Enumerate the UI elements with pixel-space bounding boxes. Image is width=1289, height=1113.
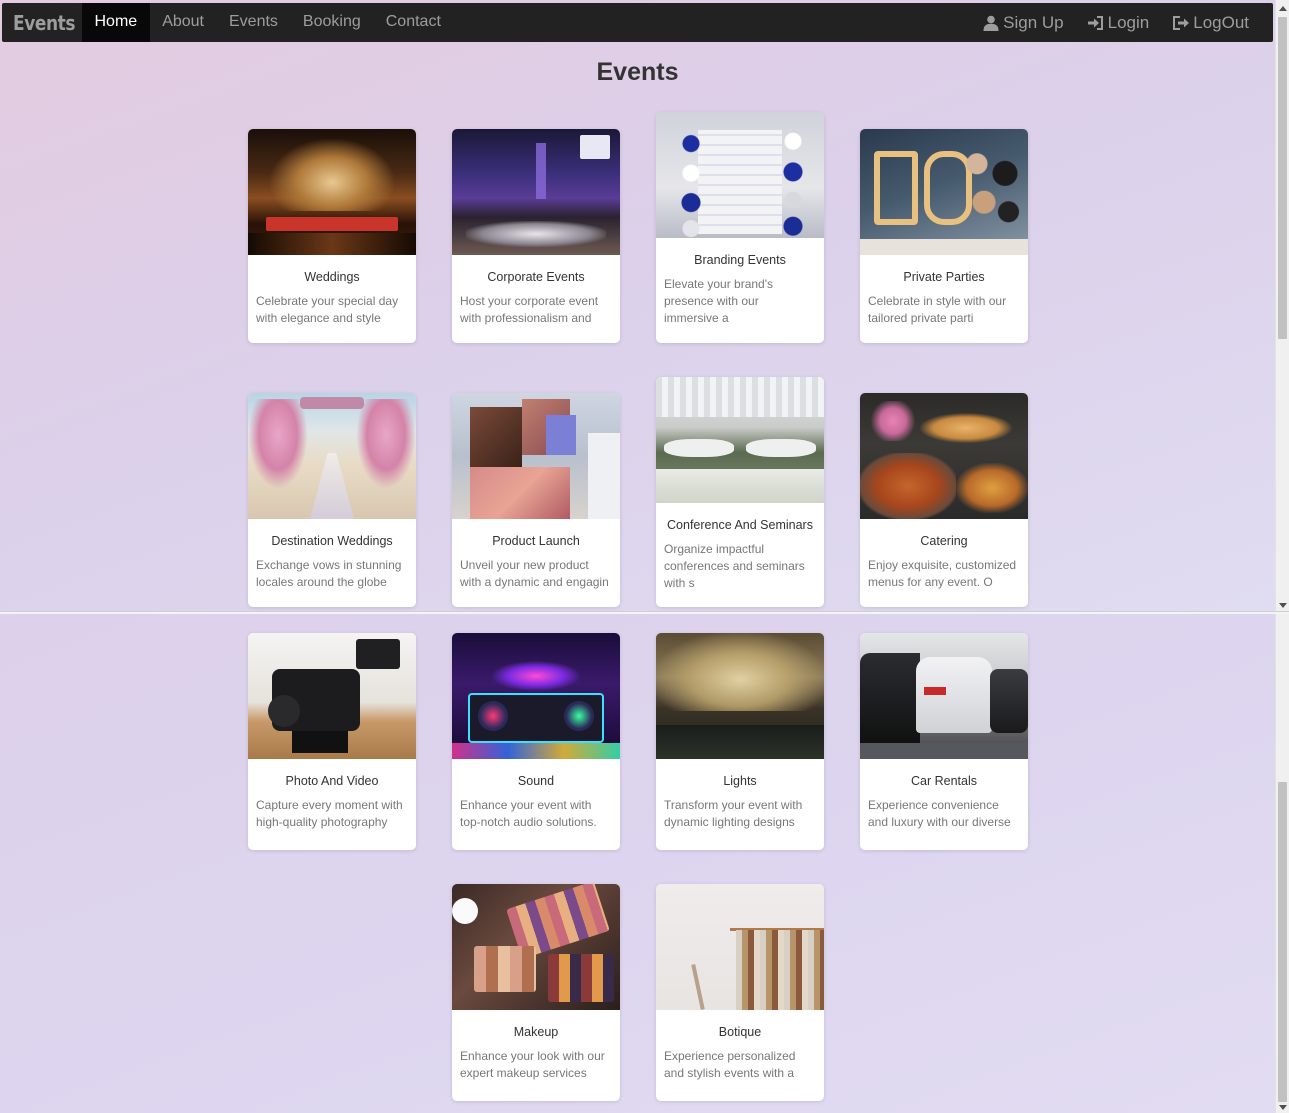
- event-card-destination-weddings[interactable]: Destination Weddings Exchange vows in st…: [248, 393, 416, 607]
- card-title: Makeup: [513, 1025, 559, 1039]
- camera-rig-image: [248, 633, 416, 759]
- card-title: Corporate Events: [487, 270, 585, 284]
- user-icon: [983, 15, 999, 31]
- event-card-lights[interactable]: Lights Transform your event with dynamic…: [656, 633, 824, 850]
- card-title: Conference And Seminars: [667, 518, 813, 532]
- event-card-botique[interactable]: Botique Experience personalized and styl…: [656, 884, 824, 1101]
- nav-about[interactable]: About: [150, 3, 217, 42]
- card-description: Unveil your new product with a dynamic a…: [460, 558, 609, 589]
- party-balloons-image: [860, 129, 1028, 255]
- parked-cars-image: [860, 633, 1028, 759]
- nav-booking[interactable]: Booking: [290, 3, 373, 42]
- wedding-stage-image: [248, 129, 416, 255]
- event-card-photo-and-video[interactable]: Photo And Video Capture every moment wit…: [248, 633, 416, 850]
- card-description: Experience convenience and luxury with o…: [868, 798, 1011, 829]
- conference-room-image: [656, 377, 824, 503]
- event-card-sound[interactable]: Sound Enhance your event with top-notch …: [452, 633, 620, 850]
- scrollbar-thumb[interactable]: [1278, 782, 1287, 1102]
- event-card-corporate-events[interactable]: Corporate Events Host your corporate eve…: [452, 129, 620, 343]
- balloon-backdrop-image: [656, 112, 824, 238]
- event-card-branding-events[interactable]: Branding Events Elevate your brand's pre…: [656, 112, 824, 343]
- event-card-private-parties[interactable]: Private Parties Celebrate in style with …: [860, 129, 1028, 343]
- bottom-viewport: Photo And Video Capture every moment wit…: [0, 614, 1275, 1113]
- event-card-catering[interactable]: Catering Enjoy exquisite, customized men…: [860, 393, 1028, 607]
- dj-booth-image: [452, 633, 620, 759]
- scroll-down-arrow-icon[interactable]: [1279, 1105, 1287, 1110]
- card-title: Destination Weddings: [271, 534, 393, 548]
- catering-buffet-image: [860, 393, 1028, 519]
- scroll-up-arrow-icon[interactable]: [1279, 6, 1287, 11]
- nav-contact[interactable]: Contact: [373, 3, 453, 42]
- card-title: Branding Events: [694, 253, 786, 267]
- event-card-car-rentals[interactable]: Car Rentals Experience convenience and l…: [860, 633, 1028, 850]
- nav-account-links: Sign Up Login LogOut: [971, 3, 1273, 42]
- product-launch-image: [452, 393, 620, 519]
- corporate-hall-image: [452, 129, 620, 255]
- fairy-lights-image: [656, 633, 824, 759]
- brand-logo[interactable]: Events: [2, 11, 75, 35]
- card-title: Lights: [723, 774, 757, 788]
- card-description: Experience personalized and stylish even…: [664, 1049, 796, 1080]
- card-title: Product Launch: [492, 534, 580, 548]
- scroll-down-arrow-icon[interactable]: [1279, 603, 1287, 608]
- navbar: Events Home About Events Booking Contact…: [2, 3, 1273, 42]
- login-icon: [1087, 15, 1103, 30]
- card-description: Transform your event with dynamic lighti…: [664, 798, 803, 829]
- clothing-rack-image: [656, 884, 824, 1010]
- makeup-palette-image: [452, 884, 620, 1010]
- card-description: Capture every moment with high-quality p…: [256, 798, 403, 829]
- logout-link[interactable]: LogOut: [1161, 3, 1261, 42]
- card-title: Photo And Video: [285, 774, 379, 788]
- top-scrollbar[interactable]: [1275, 0, 1289, 612]
- beach-wedding-image: [248, 393, 416, 519]
- card-description: Host your corporate event with professio…: [460, 294, 599, 325]
- page-title: Events: [596, 58, 679, 86]
- card-description: Celebrate your special day with elegance…: [256, 294, 399, 325]
- bottom-scrollbar[interactable]: [1275, 614, 1289, 1113]
- nav-events[interactable]: Events: [217, 3, 291, 42]
- card-title: Sound: [517, 774, 555, 788]
- login-label: Login: [1107, 13, 1150, 32]
- signup-link[interactable]: Sign Up: [971, 3, 1075, 42]
- top-viewport: Events Home About Events Booking Contact…: [0, 0, 1275, 612]
- signup-label: Sign Up: [1003, 13, 1064, 32]
- logout-label: LogOut: [1193, 13, 1249, 32]
- event-card-product-launch[interactable]: Product Launch Unveil your new product w…: [452, 393, 620, 607]
- card-title: Private Parties: [903, 270, 985, 284]
- card-title: Car Rentals: [911, 774, 977, 788]
- card-description: Exchange vows in stunning locales around…: [256, 558, 402, 589]
- card-description: Enjoy exquisite, customized menus for an…: [868, 558, 1017, 589]
- event-card-conference-and-seminars[interactable]: Conference And Seminars Organize impactf…: [656, 377, 824, 607]
- card-description: Enhance your look with our expert makeup…: [460, 1049, 605, 1080]
- card-description: Elevate your brand's presence with our i…: [664, 277, 774, 325]
- card-description: Celebrate in style with our tailored pri…: [868, 294, 1007, 325]
- event-card-weddings[interactable]: Weddings Celebrate your special day with…: [248, 129, 416, 343]
- scrollbar-thumb[interactable]: [1278, 17, 1287, 339]
- card-description: Organize impactful conferences and semin…: [664, 542, 805, 590]
- nav-home[interactable]: Home: [82, 3, 150, 42]
- card-title: Botique: [718, 1025, 762, 1039]
- logout-icon: [1173, 15, 1190, 30]
- card-description: Enhance your event with top-notch audio …: [460, 798, 597, 829]
- card-title: Catering: [920, 534, 968, 548]
- login-link[interactable]: Login: [1076, 3, 1162, 42]
- card-title: Weddings: [304, 270, 360, 284]
- event-card-makeup[interactable]: Makeup Enhance your look with our expert…: [452, 884, 620, 1101]
